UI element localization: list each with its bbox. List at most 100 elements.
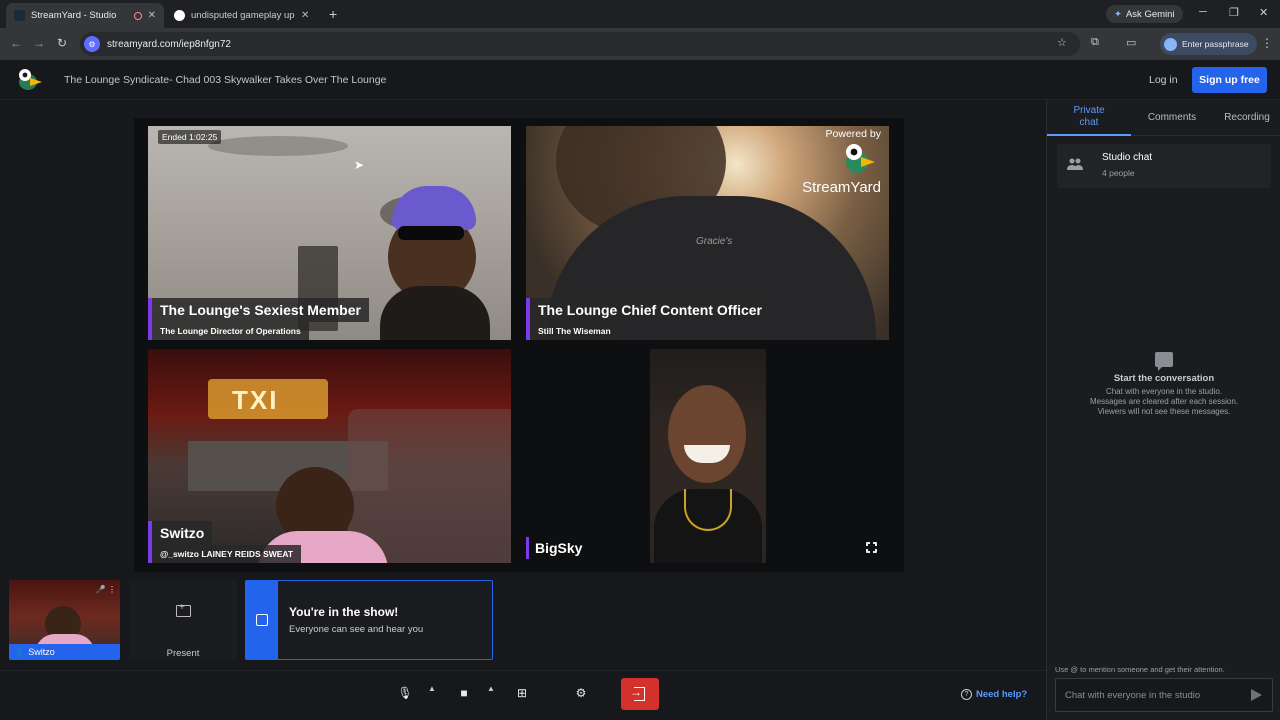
- mouse-cursor-icon: ➤: [354, 158, 365, 172]
- tab-recording[interactable]: Recording: [1213, 100, 1280, 136]
- leave-studio-button[interactable]: [621, 678, 659, 710]
- powered-by-text: Powered by: [825, 128, 881, 140]
- message-icon: [1155, 352, 1173, 371]
- address-bar-row: ← → ↻ ⚙ streamyard.com/iep8nfgn72 ☆ ⧉ ▭ …: [0, 28, 1280, 60]
- participant-name: BigSky: [526, 537, 589, 559]
- settings-gear-icon[interactable]: ⚙: [569, 681, 593, 705]
- studio-chat-card[interactable]: Studio chat 4 people: [1057, 144, 1271, 188]
- participant-tile[interactable]: TXI Switzo @_switzo LAINEY REIDS SWEAT: [148, 349, 511, 563]
- people-icon: [1067, 158, 1083, 170]
- self-preview[interactable]: 🎤 ⋮ 👤 Switzo: [9, 580, 120, 660]
- present-icon: [176, 602, 191, 617]
- close-tab-icon[interactable]: ✕: [301, 10, 309, 21]
- camera-icon[interactable]: ■: [452, 681, 476, 705]
- browser-tab-bar: StreamYard - Studio ✕ undisputed gamepla…: [0, 0, 1280, 28]
- recording-indicator-icon: [133, 11, 142, 20]
- preview-controls[interactable]: 🎤 ⋮: [96, 585, 116, 594]
- chat-input-box[interactable]: Chat with everyone in the studio: [1055, 678, 1273, 712]
- ask-gemini-button[interactable]: ✦ Ask Gemini: [1106, 5, 1183, 23]
- passphrase-label: Enter passphrase: [1182, 39, 1249, 49]
- share-screen-icon[interactable]: ⊞: [510, 681, 534, 705]
- empty-chat-state: Start the conversation Chat with everyon…: [1047, 352, 1280, 417]
- ceiling-fan: [208, 136, 348, 156]
- participant-tile[interactable]: BigSky: [526, 349, 889, 563]
- powered-by-brand: StreamYard: [802, 179, 881, 196]
- backstage-area: 🎤 ⋮ 👤 Switzo Present You're in the show!…: [0, 577, 1046, 720]
- chevron-up-icon[interactable]: ▲: [487, 684, 495, 693]
- tab-comments[interactable]: Comments: [1131, 100, 1213, 136]
- tab-gameplay[interactable]: undisputed gameplay updated ✕: [166, 3, 322, 28]
- person-face: [668, 385, 746, 483]
- nameplate: The Lounge Chief Content Officer Still T…: [526, 298, 770, 340]
- participant-tile[interactable]: Gracie's Powered by StreamYard The Loung…: [526, 126, 889, 340]
- fullscreen-icon[interactable]: [865, 541, 878, 554]
- need-help-button[interactable]: ? Need help?: [953, 681, 1033, 707]
- chevron-up-icon[interactable]: ▲: [428, 684, 436, 693]
- tab-private-chat[interactable]: Private chat: [1047, 100, 1131, 136]
- ask-gemini-label: Ask Gemini: [1125, 8, 1175, 20]
- extensions-icon[interactable]: ⧉: [1091, 36, 1099, 49]
- need-help-label: Need help?: [976, 688, 1028, 700]
- in-show-title: You're in the show!: [289, 605, 399, 619]
- empty-line: Viewers will not see these messages.: [1097, 407, 1231, 416]
- back-icon[interactable]: ←: [10, 36, 22, 50]
- participant-tile[interactable]: Ended 1:02:25 ➤ The Lounge's Sexiest Mem…: [148, 126, 511, 340]
- cap: [392, 186, 476, 230]
- tab-streamyard[interactable]: StreamYard - Studio ✕: [6, 3, 164, 28]
- show-title: The Lounge Syndicate- Chad 003 Skywalker…: [64, 74, 387, 86]
- self-name: Switzo: [28, 647, 55, 657]
- reload-icon[interactable]: ↻: [57, 36, 67, 50]
- send-icon[interactable]: [1251, 689, 1262, 701]
- microphone-icon[interactable]: 🎙: [393, 681, 417, 705]
- broadcast-stage: Ended 1:02:25 ➤ The Lounge's Sexiest Mem…: [134, 118, 904, 572]
- self-nameplate: 👤 Switzo: [9, 644, 120, 660]
- help-icon: ?: [961, 688, 972, 700]
- chat-sidebar: Private chat Comments Recording Studio c…: [1046, 100, 1280, 720]
- restore-icon[interactable]: ❐: [1229, 6, 1239, 19]
- participant-name: The Lounge's Sexiest Member: [148, 298, 369, 322]
- person-frame-icon: [256, 614, 268, 626]
- portrait-video: [650, 349, 766, 563]
- site-info-icon[interactable]: ⚙: [84, 36, 100, 52]
- streamyard-favicon: [14, 10, 25, 21]
- profile-avatar: [1164, 37, 1177, 51]
- in-show-subtitle: Everyone can see and hear you: [289, 624, 424, 635]
- participant-name: The Lounge Chief Content Officer: [526, 298, 770, 322]
- present-button[interactable]: Present: [129, 580, 237, 660]
- enter-passphrase-button[interactable]: Enter passphrase: [1160, 33, 1257, 55]
- person-icon: 👤: [14, 646, 26, 657]
- google-favicon: [174, 10, 185, 21]
- participant-name: Switzo: [148, 521, 213, 545]
- close-window-icon[interactable]: ✕: [1259, 6, 1268, 19]
- in-show-banner: You're in the show! Everyone can see and…: [245, 580, 493, 660]
- control-bar: 🎙 ▲ ■ ▲ ⊞ ⚙ ? Need help?: [0, 670, 1046, 720]
- streamyard-duck-icon: [846, 144, 875, 173]
- empty-title: Start the conversation: [1113, 373, 1215, 384]
- tab-title: undisputed gameplay updated: [191, 10, 295, 21]
- browser-menu-icon[interactable]: ⋮: [1261, 36, 1273, 50]
- login-link[interactable]: Log in: [1149, 74, 1178, 86]
- new-tab-icon[interactable]: +: [329, 6, 337, 22]
- in-show-accent: [246, 581, 278, 659]
- powered-by-watermark: Powered by StreamYard: [802, 128, 881, 196]
- minimize-icon[interactable]: ─: [1199, 6, 1207, 18]
- url-field[interactable]: ⚙ streamyard.com/iep8nfgn72: [80, 32, 1080, 56]
- participant-subtitle: The Lounge Director of Operations: [148, 322, 309, 340]
- forward-icon[interactable]: →: [33, 36, 45, 50]
- sidebar-tabs: Private chat Comments Recording: [1047, 100, 1280, 136]
- chat-input[interactable]: Chat with everyone in the studio: [1065, 690, 1200, 701]
- person-body: [380, 286, 490, 340]
- streamyard-logo: [19, 69, 42, 90]
- cast-icon[interactable]: ▭: [1126, 36, 1136, 49]
- gemini-sparkle-icon: ✦: [1114, 8, 1122, 20]
- ended-timer: Ended 1:02:25: [158, 130, 222, 144]
- arena-logo: TXI: [232, 385, 279, 415]
- close-tab-icon[interactable]: ✕: [148, 10, 156, 21]
- participant-subtitle: Still The Wiseman: [526, 322, 619, 340]
- bookmark-star-icon[interactable]: ☆: [1057, 36, 1067, 49]
- participant-subtitle: @_switzo LAINEY REIDS SWEAT: [148, 545, 302, 563]
- sunglasses: [398, 226, 464, 240]
- tab-title: StreamYard - Studio: [31, 10, 117, 21]
- present-label: Present: [166, 648, 200, 659]
- signup-button[interactable]: Sign up free: [1192, 67, 1267, 93]
